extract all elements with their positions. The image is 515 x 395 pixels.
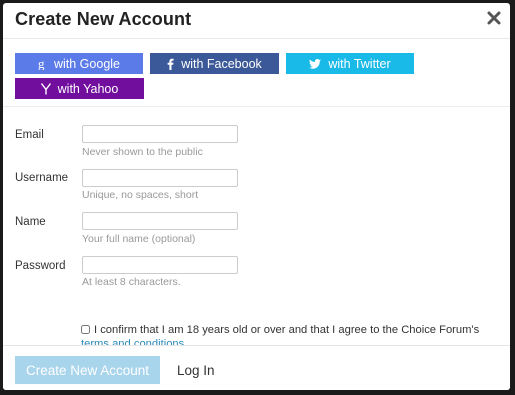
email-field[interactable] xyxy=(82,125,238,143)
yahoo-login-label: with Yahoo xyxy=(57,81,119,96)
username-field[interactable] xyxy=(82,169,238,187)
modal-header: Create New Account xyxy=(3,3,510,39)
create-account-button[interactable]: Create New Account xyxy=(15,356,160,384)
yahoo-login-button[interactable]: with Yahoo xyxy=(15,78,144,99)
svg-text:g: g xyxy=(38,57,45,70)
username-hint: Unique, no spaces, short xyxy=(82,189,199,201)
google-icon: g xyxy=(38,57,47,70)
password-field[interactable] xyxy=(82,256,238,274)
password-hint: At least 8 characters. xyxy=(82,276,181,288)
facebook-login-label: with Facebook xyxy=(181,56,262,71)
modal-title: Create New Account xyxy=(15,9,192,29)
google-login-label: with Google xyxy=(53,56,120,71)
name-label: Name xyxy=(15,216,46,228)
confirm-text: I confirm that I am 18 years old or over… xyxy=(94,324,480,336)
yahoo-icon xyxy=(40,82,51,95)
create-account-modal: Create New Account g with Google with Fa… xyxy=(3,3,510,390)
username-label: Username xyxy=(15,172,69,184)
section-divider xyxy=(3,106,510,107)
facebook-login-button[interactable]: with Facebook xyxy=(150,53,279,74)
modal-footer: Create New Account Log In xyxy=(3,345,510,390)
close-icon[interactable] xyxy=(486,10,502,26)
name-hint: Your full name (optional) xyxy=(82,233,196,245)
email-hint: Never shown to the public xyxy=(82,146,203,158)
email-label: Email xyxy=(15,129,44,141)
name-field[interactable] xyxy=(82,212,238,230)
password-label: Password xyxy=(15,260,66,272)
twitter-login-button[interactable]: with Twitter xyxy=(286,53,414,74)
login-link[interactable]: Log In xyxy=(177,356,215,384)
twitter-icon xyxy=(309,58,322,69)
facebook-icon xyxy=(167,58,174,70)
twitter-login-label: with Twitter xyxy=(328,56,391,71)
age-terms-checkbox[interactable] xyxy=(81,325,90,334)
google-login-button[interactable]: g with Google xyxy=(15,53,143,74)
